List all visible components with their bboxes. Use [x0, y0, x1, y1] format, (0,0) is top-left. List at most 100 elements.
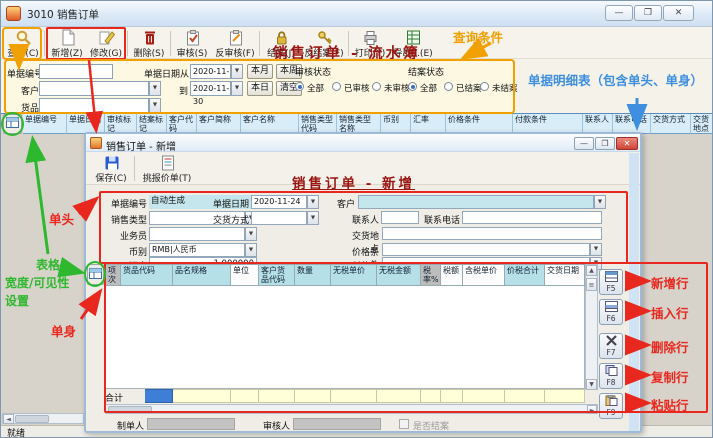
column-header[interactable]: 客户简称 — [197, 114, 241, 134]
detail-grid-settings-button[interactable] — [87, 264, 104, 285]
scroll-down-icon[interactable]: ▼ — [586, 379, 597, 390]
column-header[interactable]: 销售类型名称 — [337, 114, 381, 134]
detail-grid-hscrollbar[interactable]: ► — [105, 404, 598, 414]
total-cell[interactable] — [331, 389, 377, 403]
date-from-input[interactable]: 2020-11-01 — [190, 64, 231, 79]
detail-grid-vscrollbar[interactable]: ▲ ≡ ▼ — [585, 264, 598, 390]
detail-column-header[interactable]: 含税单价 — [463, 264, 505, 286]
total-cell-selected[interactable] — [145, 389, 173, 403]
minimize-button[interactable]: — — [605, 5, 633, 21]
column-header[interactable]: 汇率 — [411, 114, 446, 134]
total-cell[interactable] — [505, 389, 545, 403]
column-header[interactable]: 审核标记 — [105, 114, 137, 134]
delivery-method-select[interactable] — [251, 211, 307, 225]
total-cell[interactable] — [377, 389, 421, 403]
contact-input[interactable] — [381, 211, 419, 224]
detail-column-header[interactable]: 交货日期 — [545, 264, 585, 286]
delete-row-button[interactable]: F7 — [599, 333, 623, 359]
total-cell[interactable] — [545, 389, 585, 403]
radio-audit-all-label[interactable]: 全部 — [307, 82, 324, 94]
unaudit-button[interactable]: 反审核(F) — [213, 29, 257, 59]
add-button[interactable]: 新增(Z) — [48, 29, 86, 59]
total-cell[interactable] — [295, 389, 331, 403]
query-button[interactable]: 查询(C) — [4, 29, 42, 59]
scroll-left-icon[interactable]: ◄ — [3, 414, 14, 424]
total-cell[interactable] — [421, 389, 441, 403]
insert-row-button[interactable]: F6 — [599, 299, 623, 325]
column-header[interactable]: 交货地点 — [691, 114, 713, 134]
radio-unclosed-label[interactable]: 未结案 — [492, 82, 518, 94]
scroll-right-icon[interactable]: ► — [587, 405, 597, 414]
maximize-button[interactable]: ❐ — [634, 5, 662, 21]
total-cell[interactable] — [173, 389, 231, 403]
save-button[interactable]: 保存(C) — [91, 154, 131, 184]
radio-close-all-label[interactable]: 全部 — [420, 82, 437, 94]
radio-unclosed[interactable] — [480, 82, 489, 91]
delivery-place-input[interactable] — [382, 227, 602, 240]
column-header[interactable]: 结案标记 — [137, 114, 167, 134]
detail-column-header[interactable]: 单位 — [231, 264, 259, 286]
pick-quotation-button[interactable]: 挑报价单(T) — [138, 154, 196, 184]
chevron-down-icon[interactable]: ▼ — [245, 227, 257, 241]
column-header[interactable]: 价格条件 — [446, 114, 513, 134]
column-header[interactable]: 单据日期 — [67, 114, 105, 134]
doc-date-input[interactable]: 2020-11-24 — [251, 195, 307, 209]
salesman-select[interactable] — [149, 227, 245, 241]
detail-column-header[interactable]: 价税合计 — [505, 264, 545, 286]
edit-maximize-button[interactable]: ❐ — [595, 137, 615, 150]
radio-unaudited[interactable] — [372, 82, 381, 91]
total-cell[interactable] — [231, 389, 259, 403]
main-horizontal-scrollbar[interactable]: ◄ — [2, 413, 84, 424]
detail-column-header[interactable]: 品名规格 — [173, 264, 231, 286]
detail-grid-body[interactable] — [105, 286, 585, 389]
total-cell[interactable] — [259, 389, 295, 403]
edit-minimize-button[interactable]: — — [574, 137, 594, 150]
column-header[interactable]: 客户名称 — [241, 114, 299, 134]
radio-closed[interactable] — [444, 82, 453, 91]
closed-checkbox[interactable] — [399, 419, 409, 429]
main-grid-settings-button[interactable] — [3, 114, 22, 134]
customer-field-select[interactable] — [358, 195, 594, 209]
chevron-down-icon[interactable]: ▼ — [231, 81, 243, 96]
radio-audit-all[interactable] — [295, 82, 304, 91]
detail-column-header[interactable]: 货品代码 — [121, 264, 173, 286]
price-terms-select[interactable] — [382, 243, 590, 256]
customer-select[interactable] — [39, 81, 149, 96]
modify-button[interactable]: 修改(G) — [87, 29, 125, 59]
chevron-down-icon[interactable]: ▼ — [149, 98, 161, 113]
chevron-down-icon[interactable]: ▼ — [149, 81, 161, 96]
radio-unaudited-label[interactable]: 未审核 — [384, 82, 410, 94]
column-header[interactable]: 联系电话 — [613, 114, 651, 134]
column-header[interactable]: 联系人 — [583, 114, 613, 134]
scroll-up-icon[interactable]: ▲ — [586, 265, 597, 276]
chevron-down-icon[interactable]: ▼ — [594, 195, 606, 209]
chevron-down-icon[interactable]: ▼ — [307, 211, 319, 225]
scrollbar-thumb[interactable]: ≡ — [586, 278, 597, 291]
total-cell[interactable] — [463, 389, 505, 403]
radio-close-all[interactable] — [408, 82, 417, 91]
audit-button[interactable]: 审核(S) — [173, 29, 211, 59]
goods-select[interactable] — [39, 98, 149, 113]
detail-column-header[interactable]: 无税单价 — [331, 264, 377, 286]
doc-no-input[interactable] — [39, 64, 113, 79]
chevron-down-icon[interactable]: ▼ — [245, 243, 257, 257]
paste-row-button[interactable]: F9 — [599, 393, 623, 419]
detail-column-header[interactable]: 无税金额 — [377, 264, 421, 286]
detail-column-header[interactable]: 税率% — [421, 264, 441, 286]
radio-audited[interactable] — [332, 82, 341, 91]
column-header[interactable]: 销售类型代码 — [299, 114, 337, 134]
column-header[interactable]: 付款条件 — [513, 114, 583, 134]
total-cell[interactable] — [441, 389, 463, 403]
scrollbar-thumb[interactable] — [15, 415, 49, 423]
scrollbar-thumb[interactable] — [108, 406, 152, 413]
delete-button[interactable]: 删除(S) — [130, 29, 168, 59]
currency-select[interactable]: RMB|人民币 — [149, 243, 245, 257]
edit-close-button[interactable]: ✕ — [616, 137, 638, 150]
radio-closed-label[interactable]: 已结案 — [456, 82, 482, 94]
column-header[interactable]: 币别 — [381, 114, 411, 134]
chevron-down-icon[interactable]: ▼ — [590, 243, 602, 256]
today-button[interactable]: 本日 — [247, 81, 273, 96]
detail-column-header[interactable]: 数量 — [295, 264, 331, 286]
radio-audited-label[interactable]: 已审核 — [344, 82, 370, 94]
date-to-input[interactable]: 2020-11-30 — [190, 81, 231, 96]
